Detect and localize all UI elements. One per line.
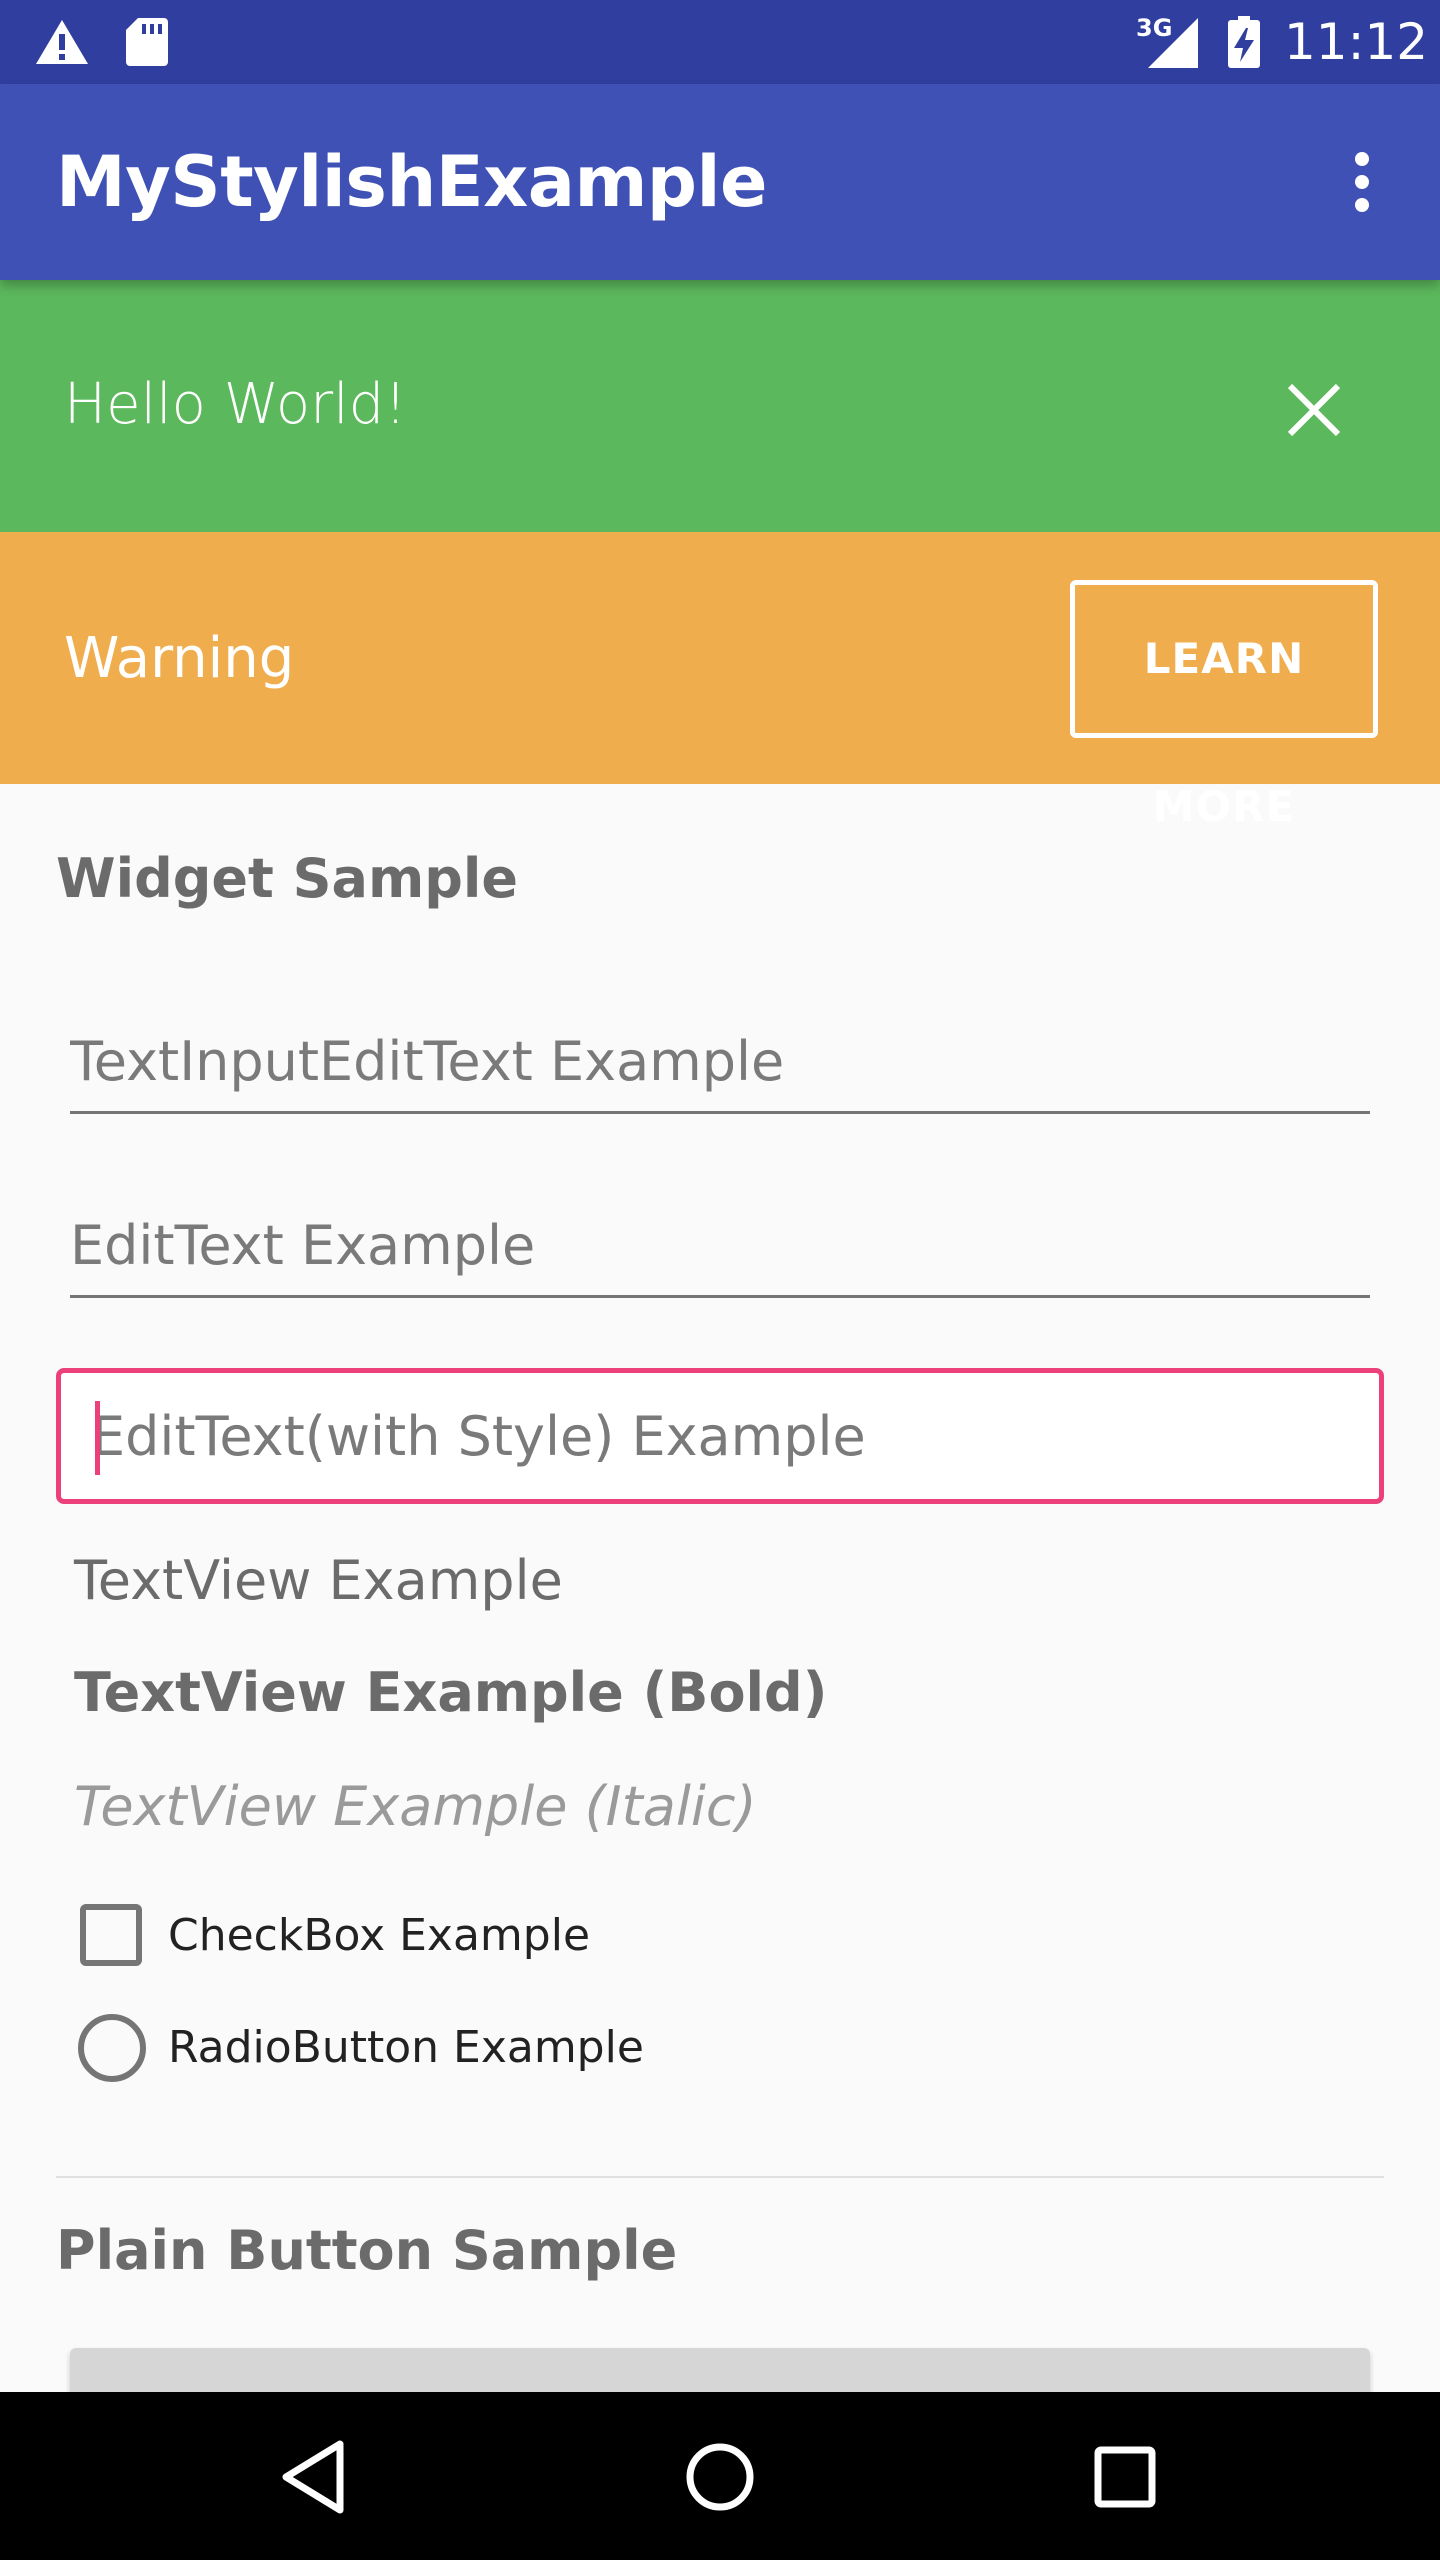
recents-icon[interactable] — [1080, 2432, 1170, 2522]
warning-icon — [36, 20, 88, 64]
edit-text-styled-container — [56, 1368, 1384, 1504]
battery-charging-icon — [1228, 16, 1260, 68]
sd-card-icon — [126, 18, 168, 66]
plain-button-sample-title: Plain Button Sample — [56, 2219, 678, 2282]
close-icon[interactable] — [1276, 372, 1352, 448]
radio-circle[interactable] — [78, 2014, 146, 2082]
text-input-edit-text-container — [70, 1014, 1370, 1114]
text-view-bold: TextView Example (Bold) — [74, 1661, 828, 1724]
success-banner: Hello World! — [0, 280, 1440, 532]
radio-button-example[interactable]: RadioButton Example — [74, 2010, 774, 2086]
text-input-edit-text[interactable] — [70, 1021, 1370, 1101]
app-title: MyStylishExample — [56, 141, 768, 223]
edit-text-container — [70, 1198, 1370, 1298]
warning-banner: Warning LEARN MORE — [0, 532, 1440, 831]
checkbox-example[interactable]: CheckBox Example — [74, 1898, 774, 1974]
signal-icon — [1148, 18, 1198, 68]
status-bar: 3G 11:12 — [0, 0, 1440, 84]
more-vert-icon[interactable] — [1330, 136, 1394, 228]
app-bar: MyStylishExample — [0, 84, 1440, 280]
edit-text[interactable] — [70, 1205, 1370, 1285]
checkbox-label: CheckBox Example — [168, 1910, 591, 1961]
warning-message: Warning — [64, 626, 295, 691]
text-view-italic: TextView Example (Italic) — [74, 1775, 757, 1838]
clock: 11:12 — [1284, 13, 1429, 71]
home-icon[interactable] — [675, 2432, 765, 2522]
section-divider — [56, 2176, 1384, 2178]
text-cursor — [95, 1401, 100, 1475]
back-icon[interactable] — [270, 2432, 360, 2522]
success-message: Hello World! — [64, 372, 407, 437]
learn-more-button[interactable]: LEARN MORE — [1070, 580, 1378, 831]
radio-label: RadioButton Example — [168, 2022, 644, 2073]
widget-sample-title: Widget Sample — [56, 847, 519, 910]
navigation-bar — [0, 2392, 1440, 2560]
checkbox-box[interactable] — [80, 1904, 142, 1966]
text-view: TextView Example — [74, 1549, 563, 1612]
edit-text-styled[interactable] — [91, 1387, 1351, 1485]
